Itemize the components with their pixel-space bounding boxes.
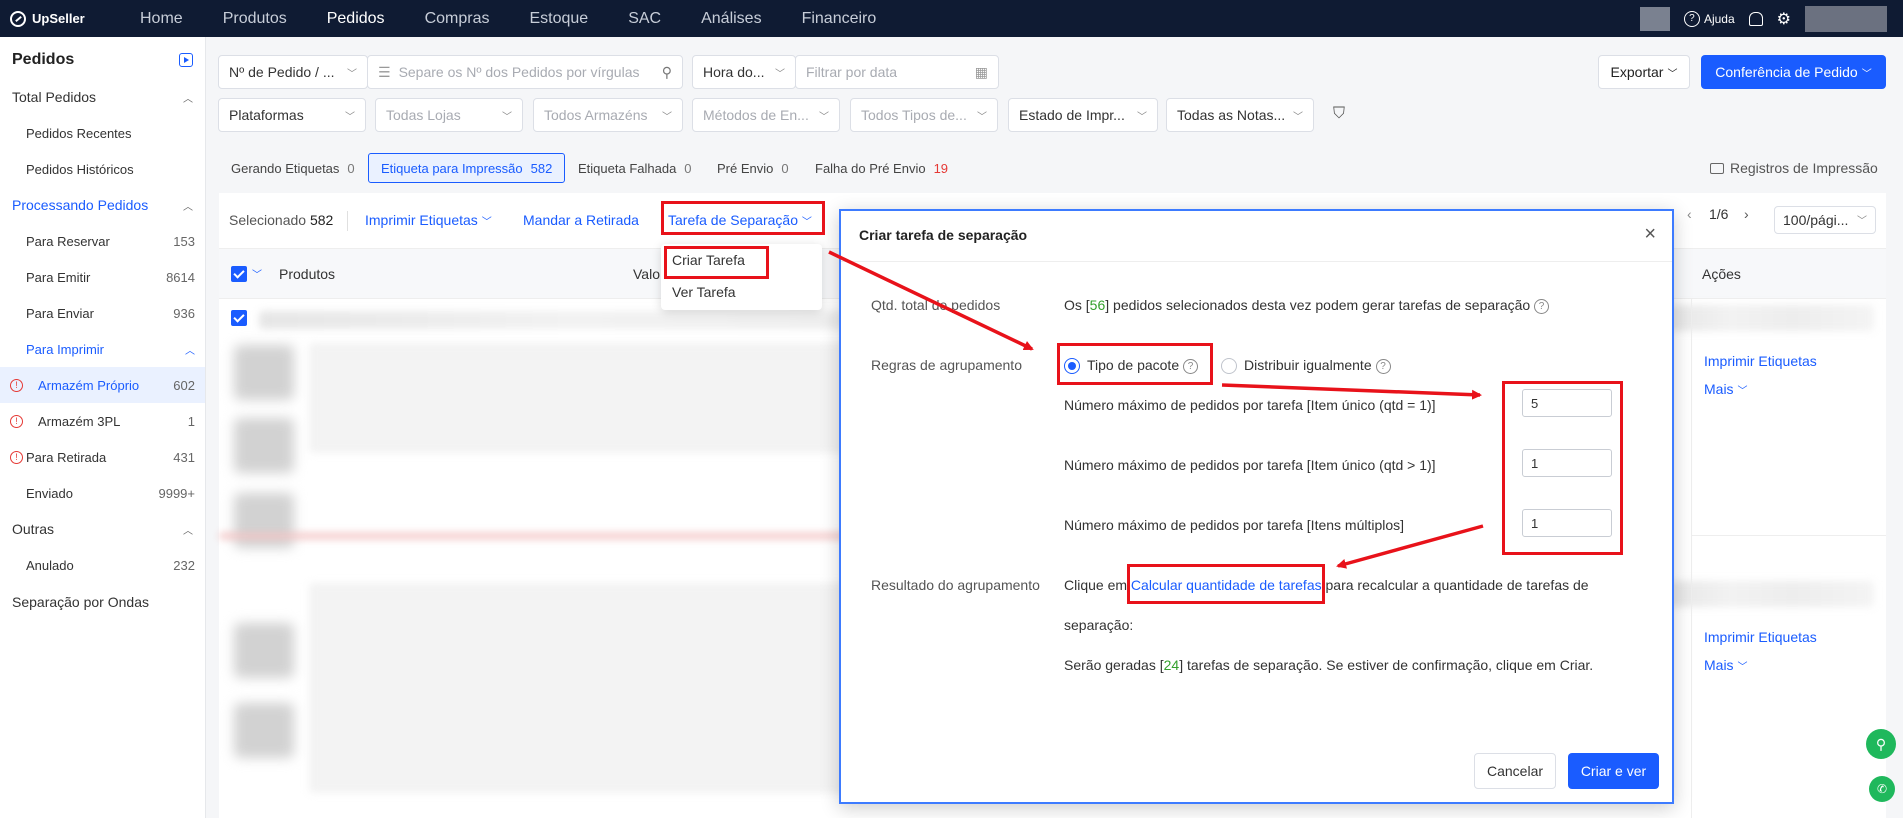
annotation-arrow	[1221, 383, 1482, 400]
annotation-arrow	[1336, 524, 1484, 569]
annotation-arrows	[828, 250, 1484, 569]
annotation-arrow	[828, 250, 1034, 351]
